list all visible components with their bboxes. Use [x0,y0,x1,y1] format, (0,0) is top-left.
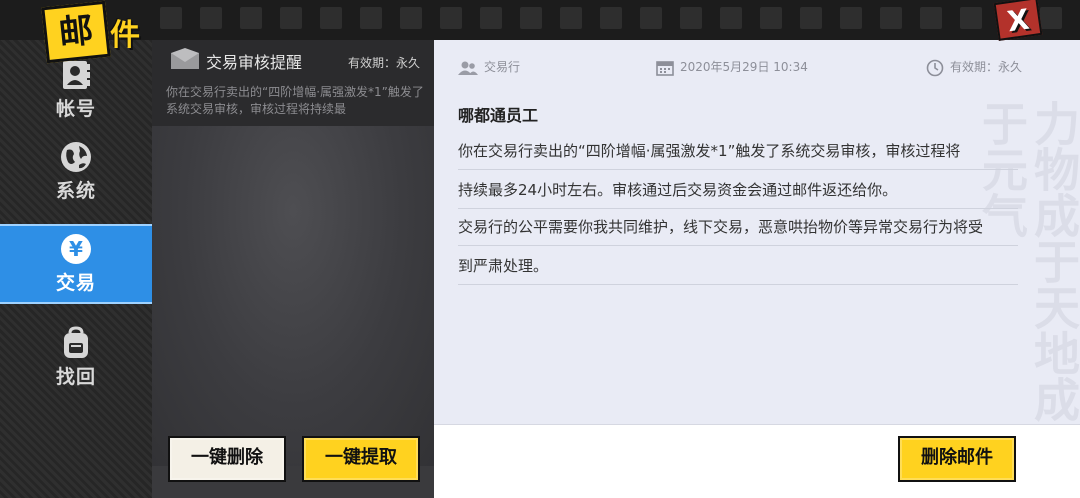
date-meta: 2020年5月29日 10:34 [656,58,808,76]
mail-detail-panel: 力物成于天地成于元气 交易行 2020年5月29日 10:34 有效期：永久 哪… [434,40,1080,498]
expiry-meta: 有效期：永久 [926,58,1022,77]
user-group-icon [458,61,478,75]
mail-expiry: 有效期：永久 [347,56,420,70]
category-sidebar: 帐号 系统 ¥ 交易 找回 [0,40,152,498]
sidebar-item-system[interactable]: 系统 [0,134,152,214]
claim-all-button[interactable]: 一键提取 [302,436,420,482]
background-character-art [152,126,434,466]
recipient-name: 哪都通员工 [458,106,539,125]
yen-coin-icon: ¥ [61,234,91,264]
mail-preview: 你在交易行卖出的“四阶增幅·属强激发*1”触发了系统交易审核，审核过程将持续最 [166,85,424,116]
delete-all-button[interactable]: 一键删除 [168,436,286,482]
mail-title-badge: 邮 件 [41,0,156,64]
backpack-icon [64,326,88,358]
sidebar-item-label: 帐号 [55,98,96,120]
mail-subject: 交易审核提醒 [206,53,303,72]
top-film-strip [0,0,1080,40]
sidebar-item-label: 找回 [55,366,96,388]
sidebar-item-trade[interactable]: ¥ 交易 [0,224,152,304]
sender-meta: 交易行 [458,58,520,76]
clock-icon [926,59,944,76]
envelope-icon [171,48,199,69]
mail-body-line: 交易行的公平需要你我共同维护，线下交易，恶意哄抬物价等异常交易行为将受 [458,208,1018,246]
mail-list-panel: 交易审核提醒 有效期：永久 你在交易行卖出的“四阶增幅·属强激发*1”触发了系统… [152,40,434,498]
title-char-2: 件 [110,18,140,53]
svg-text:¥: ¥ [69,237,83,261]
mail-date: 2020年5月29日 10:34 [680,60,808,74]
delete-mail-button[interactable]: 删除邮件 [898,436,1016,482]
mail-body-line: 持续最多24小时左右。审核通过后交易资金会通过邮件返还给你。 [458,171,1018,209]
calendar-icon [656,60,674,76]
close-icon: X [1005,2,1032,39]
sidebar-item-account[interactable]: 帐号 [0,52,152,132]
mail-body-line: 到严肃处理。 [458,247,1018,285]
mail-list-item[interactable]: 交易审核提醒 有效期：永久 你在交易行卖出的“四阶增幅·属强激发*1”触发了系统… [152,40,434,126]
globe-icon [61,142,91,172]
sender-name: 交易行 [484,60,521,74]
mail-expiry-detail: 有效期：永久 [950,60,1023,74]
sidebar-item-label: 系统 [55,180,96,202]
mail-body-line: 你在交易行卖出的“四阶增幅·属强激发*1”触发了系统交易审核，审核过程将 [458,132,1018,170]
title-char-1: 邮 [41,0,111,64]
sidebar-item-retrieve[interactable]: 找回 [0,320,152,400]
close-button[interactable]: X [993,0,1043,41]
id-card-icon [63,61,90,89]
sidebar-item-label: 交易 [55,272,96,294]
